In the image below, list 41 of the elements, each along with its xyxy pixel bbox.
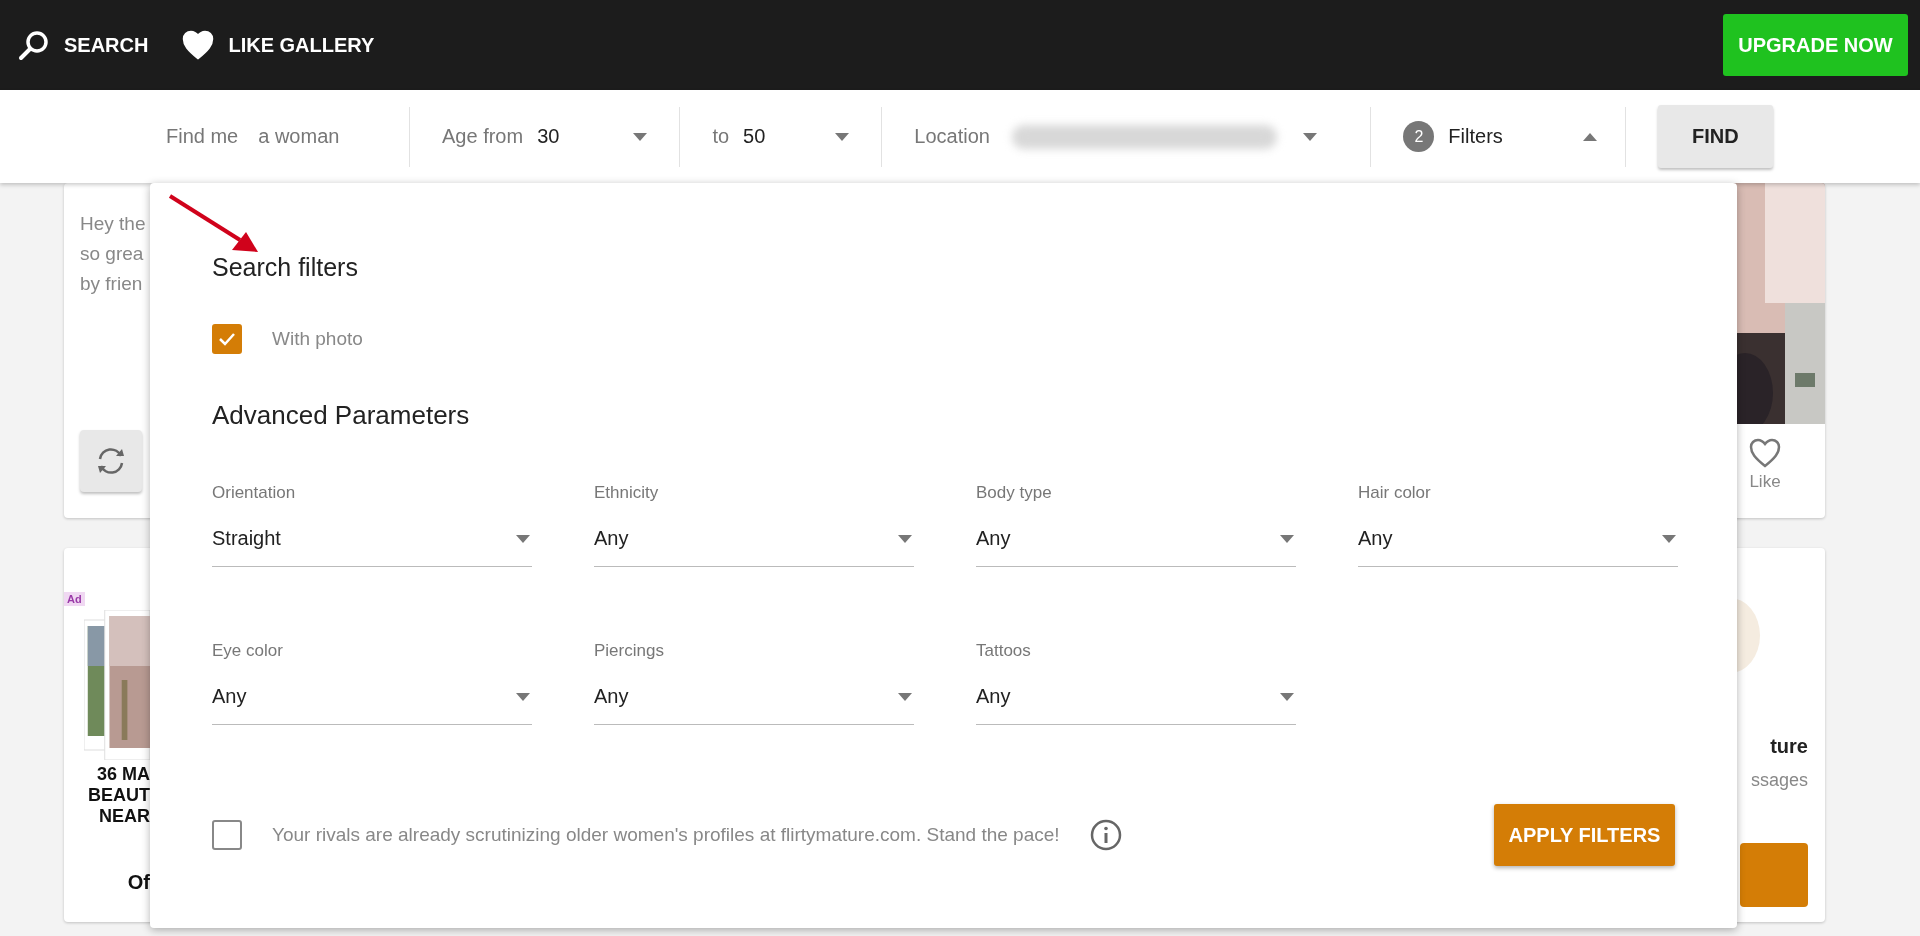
ad-headline: 36 MA xyxy=(96,764,150,785)
nav-link[interactable]: SEARCH xyxy=(18,29,149,61)
message-text: Hey the xyxy=(80,212,146,236)
field-label: Orientation xyxy=(212,483,297,503)
ad-text: Of xyxy=(126,871,150,894)
select-field[interactable]: Any xyxy=(976,511,1296,567)
like-label[interactable]: Like xyxy=(1749,472,1781,492)
find-button[interactable]: FIND xyxy=(1657,105,1773,168)
select-field[interactable]: Any xyxy=(594,511,914,567)
panel-title: Search filters xyxy=(212,253,359,282)
message-text: by frien xyxy=(80,272,144,296)
select-field[interactable]: Any xyxy=(594,669,914,725)
nav-link[interactable]: LIKE GALLERY xyxy=(182,30,375,60)
field-label: Piercings xyxy=(594,641,665,661)
find-me-label: Find me xyxy=(166,125,239,148)
age-from-label: Age from xyxy=(442,125,524,148)
ad-headline: NEAR xyxy=(98,806,150,827)
select-field[interactable]: Straight xyxy=(212,511,532,567)
promo-text: Your rivals are already scrutinizing older women's profiles at flirtymature.com. Stand the pace! xyxy=(272,824,1060,846)
profile-name: ture xyxy=(1770,735,1808,758)
field-label: Hair color xyxy=(1358,483,1432,503)
filters-toggle[interactable]: Filters xyxy=(1448,125,1503,148)
field-label: Body type xyxy=(976,483,1053,503)
select-field[interactable]: Any xyxy=(976,669,1296,725)
select-field[interactable]: Any xyxy=(212,669,532,725)
checkbox-label: With photo xyxy=(272,328,363,350)
section-title: Advanced Parameters xyxy=(212,400,471,431)
filter-count-badge: 2 xyxy=(1403,121,1435,152)
gender-select[interactable]: a woman xyxy=(258,125,340,148)
select-field[interactable]: Any xyxy=(1358,511,1678,567)
field-label: Tattoos xyxy=(976,641,1032,661)
age-from-value[interactable]: 30 xyxy=(537,125,560,148)
ad-headline: BEAUT xyxy=(87,785,150,806)
ad-badge: Ad xyxy=(64,592,85,606)
field-label: Ethnicity xyxy=(594,483,660,503)
profile-subtitle: ssages xyxy=(1750,770,1808,791)
field-label: Eye color xyxy=(212,641,284,661)
location-label: Location xyxy=(914,125,990,148)
age-to-label: to xyxy=(712,125,730,148)
age-to-value[interactable]: 50 xyxy=(743,125,766,148)
message-text: so grea xyxy=(80,242,145,266)
